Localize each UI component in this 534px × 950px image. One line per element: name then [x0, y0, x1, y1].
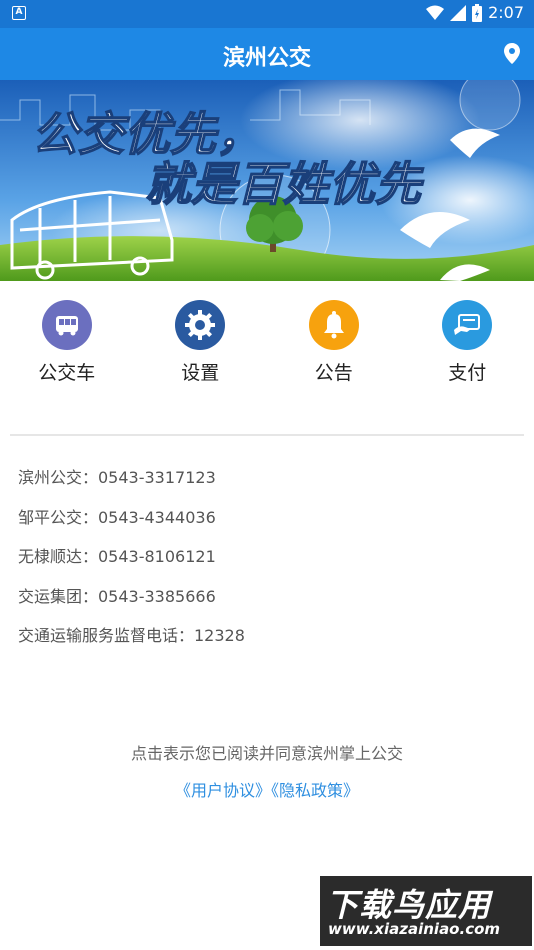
status-time: 2:07: [488, 3, 524, 22]
privacy-policy-link[interactable]: 《隐私政策》: [271, 781, 359, 800]
app-header: 滨州公交: [0, 28, 534, 80]
contact-item[interactable]: 邹平公交：0543-4344036: [18, 506, 245, 546]
wifi-icon: [426, 5, 445, 20]
status-bar: A 2:07: [0, 0, 534, 28]
menu-label-settings: 设置: [181, 362, 220, 384]
agreement-links: 《用户协议》《隐私政策》: [0, 777, 534, 801]
banner-image: 公交优先， 就是百姓优先: [0, 80, 534, 281]
banner-slogan-line1: 公交优先，: [32, 107, 262, 161]
menu-item-bus[interactable]: 公交车: [0, 300, 134, 390]
menu-item-settings[interactable]: 设置: [134, 300, 268, 390]
menu-label-bus: 公交车: [38, 362, 96, 384]
divider: [10, 434, 524, 436]
contact-item[interactable]: 滨州公交：0543-3317123: [18, 466, 245, 506]
card-icon: [442, 300, 493, 350]
menu-item-payment[interactable]: 支付: [401, 300, 534, 390]
gear-icon: [175, 300, 226, 350]
contact-item[interactable]: 交运集团：0543-3385666: [18, 585, 245, 625]
notification-icon: A: [12, 6, 26, 20]
agreement-text: 点击表示您已阅读并同意滨州掌上公交: [130, 744, 403, 763]
menu-item-notice[interactable]: 公告: [267, 300, 401, 390]
banner-slogan-line2: 就是百姓优先: [145, 157, 424, 211]
promo-banner: 公交优先， 就是百姓优先: [0, 80, 534, 281]
menu-grid: 公交车 设置 公告 支付: [0, 300, 534, 390]
bell-icon: [308, 300, 359, 350]
menu-label-payment: 支付: [448, 362, 487, 384]
user-agreement-link[interactable]: 《用户协议》: [175, 781, 271, 800]
contact-item[interactable]: 无棣顺达：0543-8106121: [18, 545, 245, 585]
menu-label-notice: 公告: [314, 362, 353, 384]
contact-list: 滨州公交：0543-3317123 邹平公交：0543-4344036 无棣顺达…: [18, 466, 245, 664]
bus-icon: [41, 300, 92, 350]
signal-icon: [450, 4, 467, 21]
battery-icon: [472, 3, 483, 22]
watermark-url: www.xiazainiao.com: [328, 920, 501, 938]
contact-item[interactable]: 交通运输服务监督电话：12328: [18, 624, 245, 664]
page-title: 滨州公交: [222, 46, 311, 71]
watermark: 下载鸟应用 www.xiazainiao.com: [320, 876, 532, 946]
location-pin-icon[interactable]: [502, 42, 522, 66]
status-icons: 2:07: [426, 3, 524, 22]
